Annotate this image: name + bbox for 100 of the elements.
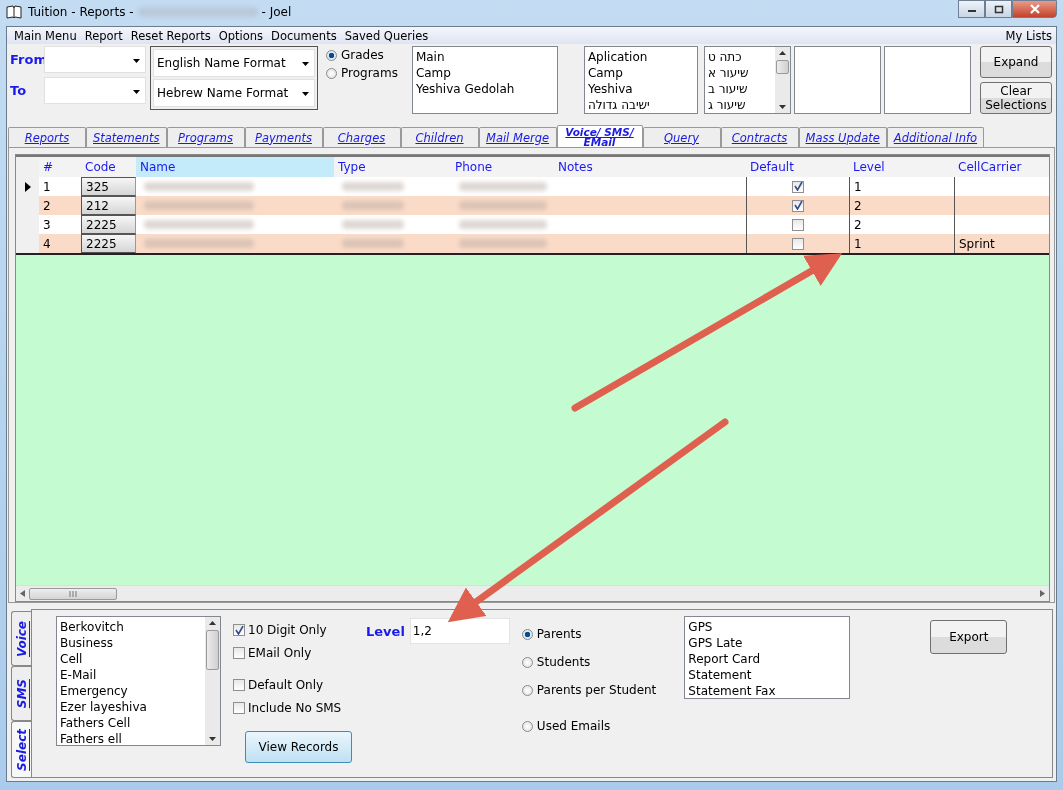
radio-button[interactable] bbox=[326, 49, 337, 61]
list-box[interactable]: כתה ט שיעור א שיעור ב שיעור ג bbox=[703, 46, 791, 114]
action-button[interactable]: Clear Selections bbox=[980, 82, 1052, 114]
column-header[interactable]: CellCarrier bbox=[954, 157, 1028, 177]
column-header[interactable]: Notes bbox=[554, 157, 746, 177]
list-box[interactable] bbox=[883, 46, 971, 114]
column-header[interactable]: Default bbox=[746, 157, 849, 177]
tab[interactable]: Payments bbox=[244, 127, 323, 147]
checkbox[interactable] bbox=[792, 180, 804, 193]
scroll-thumb[interactable] bbox=[775, 60, 789, 74]
list-item[interactable]: Fathers Cell bbox=[60, 715, 202, 731]
list-item[interactable]: שיעור א bbox=[707, 65, 772, 81]
menu-item[interactable]: Saved Queries bbox=[340, 28, 433, 43]
level-field[interactable]: 1,2 bbox=[409, 618, 510, 644]
column-header[interactable]: Code bbox=[81, 157, 136, 177]
table-row[interactable]: 2 212 2 bbox=[16, 196, 1049, 215]
left-arrow-icon[interactable] bbox=[20, 590, 25, 597]
code-button[interactable]: 212 bbox=[81, 196, 136, 215]
scroll-thumb[interactable] bbox=[29, 587, 117, 600]
radio-button[interactable] bbox=[521, 628, 533, 640]
list-item[interactable]: GPS bbox=[688, 619, 847, 635]
right-arrow-icon[interactable] bbox=[1040, 590, 1045, 597]
list-item[interactable]: Report Card bbox=[688, 651, 847, 667]
menu-item[interactable]: Options bbox=[214, 28, 268, 43]
list-item[interactable]: Yeshiva Gedolah bbox=[415, 81, 554, 97]
list-item[interactable]: Main bbox=[415, 49, 554, 65]
tab[interactable]: Mass Update bbox=[798, 127, 887, 147]
menu-item[interactable]: Documents bbox=[267, 28, 341, 43]
tab[interactable]: Statements bbox=[86, 127, 167, 147]
menu-item[interactable]: Main Menu bbox=[10, 28, 81, 43]
view-records-button[interactable]: View Records bbox=[245, 731, 352, 763]
list-item[interactable]: ישיבה גדולה bbox=[587, 97, 694, 113]
checkbox[interactable] bbox=[233, 624, 245, 636]
code-button[interactable]: 2225 bbox=[81, 234, 136, 253]
menu-item[interactable]: Report bbox=[80, 28, 127, 43]
checkbox[interactable] bbox=[792, 218, 804, 231]
down-arrow-icon[interactable] bbox=[209, 737, 216, 741]
table-row[interactable]: 3 2225 2 bbox=[16, 215, 1049, 234]
list-item[interactable]: Camp bbox=[415, 65, 554, 81]
export-button[interactable]: Export bbox=[930, 620, 1008, 654]
list-item[interactable]: Camp bbox=[587, 65, 694, 81]
radio-button[interactable] bbox=[326, 67, 337, 79]
list-item[interactable]: Statement bbox=[688, 667, 847, 683]
list-item[interactable]: שיעור ב bbox=[707, 81, 772, 97]
list-item[interactable]: Ezer layeshiva bbox=[60, 699, 202, 715]
table-row[interactable]: 1 325 1 bbox=[16, 177, 1049, 196]
tab[interactable]: Additional Info bbox=[886, 127, 985, 147]
tab[interactable]: SMS bbox=[11, 666, 31, 722]
list-item[interactable]: GPS Late bbox=[688, 635, 847, 651]
tab[interactable]: Children bbox=[400, 127, 479, 147]
code-button[interactable]: 325 bbox=[81, 177, 136, 196]
scrollbar[interactable] bbox=[774, 47, 790, 113]
tab[interactable]: Programs bbox=[166, 127, 245, 147]
list-item[interactable]: Yeshiva bbox=[587, 81, 694, 97]
list-item[interactable]: Aplication bbox=[587, 49, 694, 65]
tab[interactable]: Mail Merge bbox=[478, 127, 557, 147]
list-item[interactable]: Statement Fax bbox=[688, 683, 847, 698]
action-button[interactable]: Expand bbox=[980, 46, 1052, 78]
up-arrow-icon[interactable] bbox=[778, 51, 786, 55]
name-format-dropdown[interactable]: Hebrew Name Format bbox=[153, 79, 315, 107]
list-item[interactable]: כתה ט bbox=[707, 49, 772, 65]
scroll-thumb[interactable] bbox=[206, 630, 219, 670]
list-item[interactable]: Fathers ell bbox=[60, 731, 202, 745]
menu-item[interactable]: Reset Reports bbox=[126, 28, 215, 43]
radio-button[interactable] bbox=[521, 684, 533, 696]
scrollbar[interactable] bbox=[205, 617, 220, 745]
list-item[interactable]: Cell bbox=[60, 651, 202, 667]
tab[interactable]: Voice bbox=[11, 611, 31, 667]
code-button[interactable]: 2225 bbox=[81, 215, 136, 234]
checkbox[interactable] bbox=[233, 679, 245, 691]
list-box[interactable] bbox=[793, 46, 881, 114]
minimize-button[interactable] bbox=[958, 0, 985, 18]
tab[interactable]: Voice/ SMS/ EMail bbox=[556, 125, 643, 147]
list-item[interactable]: Emergency bbox=[60, 683, 202, 699]
maximize-button[interactable] bbox=[985, 0, 1012, 18]
radio-button[interactable] bbox=[521, 656, 533, 668]
checkbox[interactable] bbox=[792, 237, 804, 250]
down-arrow-icon[interactable] bbox=[778, 105, 786, 109]
up-arrow-icon[interactable] bbox=[209, 621, 216, 625]
menu-item[interactable]: My Lists bbox=[1001, 28, 1056, 43]
list-item[interactable]: Business bbox=[60, 635, 202, 651]
column-header[interactable]: Phone bbox=[451, 157, 554, 177]
column-header[interactable]: # bbox=[39, 157, 81, 177]
list-box[interactable]: GPS GPS Late Report Card Statement Statement Fax bbox=[684, 616, 851, 699]
column-header[interactable]: Type bbox=[334, 157, 451, 177]
list-box[interactable]: Berkovitch Business Cell E-Mail Emergency Ezer layeshiva Fathers Cell Fathers ell bbox=[56, 616, 221, 746]
table-row[interactable]: 4 2225 1 Sprint bbox=[16, 234, 1049, 253]
column-header[interactable]: Level bbox=[849, 157, 954, 177]
tab[interactable]: Select bbox=[11, 721, 31, 778]
tab[interactable]: Contracts bbox=[720, 127, 799, 147]
list-box[interactable]: Main Camp Yeshiva Gedolah bbox=[411, 46, 558, 114]
list-item[interactable]: E-Mail bbox=[60, 667, 202, 683]
tab[interactable]: Reports bbox=[8, 127, 86, 147]
list-item[interactable]: Berkovitch bbox=[60, 619, 202, 635]
checkbox[interactable] bbox=[233, 702, 245, 714]
tab[interactable]: Charges bbox=[322, 127, 401, 147]
tab[interactable]: Query bbox=[642, 127, 721, 147]
name-format-dropdown[interactable]: English Name Format bbox=[153, 49, 315, 77]
list-item[interactable]: שיעור ג bbox=[707, 97, 772, 113]
radio-button[interactable] bbox=[521, 720, 533, 732]
